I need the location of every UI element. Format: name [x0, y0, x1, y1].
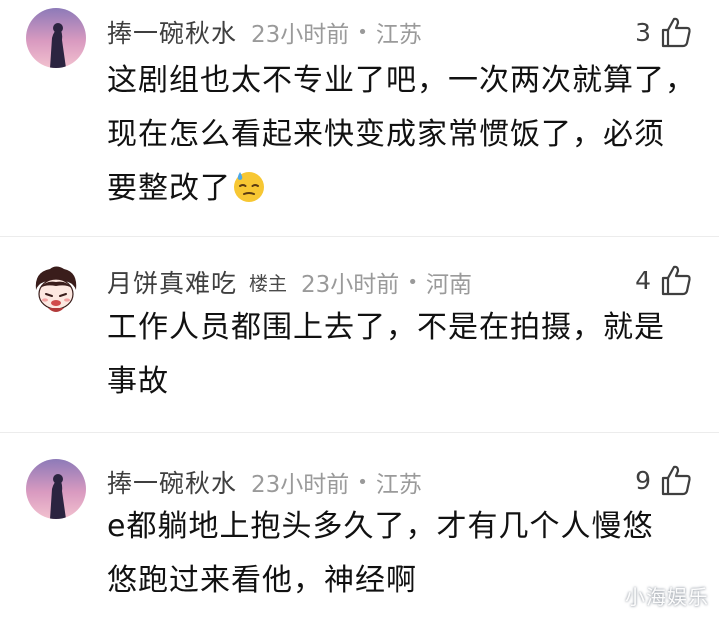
username[interactable]: 捧一碗秋水	[107, 14, 237, 50]
comment-text: 工作人员都围上去了，不是在拍摄，就是 事故	[107, 301, 697, 409]
separator: •	[357, 21, 368, 43]
like-button[interactable]: 3	[635, 12, 693, 52]
comment-meta: 月饼真难吃 楼主 23小时前 • 河南	[107, 262, 472, 302]
thumbs-up-icon	[661, 265, 691, 296]
sweat-emoji-icon	[234, 172, 264, 202]
text-line: 这剧组也太不专业了吧，一次两次就算了，	[107, 63, 696, 98]
thumbs-up-icon	[661, 465, 691, 496]
timestamp: 23小时前	[251, 472, 350, 498]
text-line: e都躺地上抱头多久了，才有几个人慢悠	[107, 509, 654, 544]
like-button[interactable]: 9	[635, 460, 693, 500]
op-badge: 楼主	[249, 272, 288, 295]
comment-text: e都躺地上抱头多久了，才有几个人慢悠 悠跑过来看他，神经啊	[107, 500, 697, 608]
like-count: 9	[635, 465, 651, 495]
like-count: 4	[635, 265, 651, 295]
text-line: 悠跑过来看他，神经啊	[107, 563, 417, 598]
text-line: 工作人员都围上去了，不是在拍摄，就是	[107, 310, 665, 345]
location: 河南	[425, 272, 472, 298]
divider	[0, 236, 719, 237]
comment-text: 这剧组也太不专业了吧，一次两次就算了， 现在怎么看起来快变成家常惯饭了，必须 要…	[107, 54, 697, 216]
comment-meta: 捧一碗秋水 23小时前 • 江苏	[107, 462, 422, 502]
text-line: 要整改了	[107, 162, 697, 216]
text-line: 事故	[107, 364, 169, 399]
location: 江苏	[375, 472, 422, 498]
thumbs-up-icon	[661, 17, 691, 48]
timestamp: 23小时前	[301, 272, 400, 298]
like-count: 3	[635, 17, 651, 47]
timestamp: 23小时前	[251, 22, 350, 48]
avatar[interactable]	[26, 8, 86, 68]
avatar-image	[26, 459, 86, 519]
divider	[0, 432, 719, 433]
comment-meta: 捧一碗秋水 23小时前 • 江苏	[107, 12, 422, 52]
watermark: 小海娱乐	[625, 585, 709, 609]
separator: •	[407, 271, 418, 293]
text-line: 现在怎么看起来快变成家常惯饭了，必须	[107, 117, 665, 152]
avatar[interactable]	[26, 459, 86, 519]
username[interactable]: 捧一碗秋水	[107, 464, 237, 500]
avatar-image	[26, 260, 86, 320]
text-line-content: 要整改了	[107, 171, 231, 206]
location: 江苏	[375, 22, 422, 48]
separator: •	[357, 471, 368, 493]
like-button[interactable]: 4	[635, 260, 693, 300]
avatar[interactable]	[26, 260, 86, 320]
avatar-image	[26, 8, 86, 68]
username[interactable]: 月饼真难吃	[107, 264, 237, 300]
